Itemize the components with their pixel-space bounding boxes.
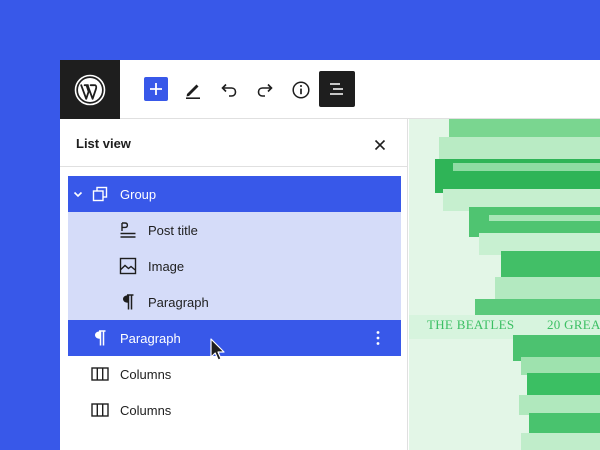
list-item-columns[interactable]: Columns	[68, 392, 401, 428]
list-view-header: List view	[60, 119, 408, 167]
wordpress-logo-button[interactable]	[60, 60, 120, 119]
tools-button[interactable]	[177, 74, 209, 106]
chevron-down-icon[interactable]	[71, 187, 85, 201]
redo-button[interactable]	[249, 74, 281, 106]
redo-icon	[257, 83, 273, 97]
paragraph-icon	[118, 292, 138, 312]
editor-canvas-image[interactable]: THE BEATLES 20 GREA	[409, 119, 600, 450]
list-item-label: Paragraph	[120, 331, 181, 346]
pencil-icon	[186, 84, 200, 99]
books-image	[409, 119, 600, 450]
post-title-icon	[118, 220, 138, 240]
paragraph-icon	[90, 328, 110, 348]
list-item-columns[interactable]: Columns	[68, 356, 401, 392]
list-item-label: Columns	[120, 403, 172, 418]
plus-icon	[150, 83, 162, 95]
list-item-post-title[interactable]: Post title	[68, 212, 401, 248]
book-spine-text: 20 GREA	[547, 317, 600, 332]
info-icon	[292, 81, 310, 99]
group-icon	[90, 184, 110, 204]
undo-icon	[221, 83, 237, 97]
block-options-button[interactable]	[368, 328, 388, 348]
book-spine-text: THE BEATLES	[427, 317, 515, 332]
list-view-icon	[330, 83, 343, 95]
top-toolbar	[60, 60, 600, 119]
add-block-button[interactable]	[144, 77, 168, 101]
list-item-label: Columns	[120, 367, 172, 382]
list-view-panel: List view Group Post title Image Paragra…	[60, 119, 408, 450]
columns-icon	[90, 364, 110, 384]
columns-icon	[90, 400, 110, 420]
editor: List view Group Post title Image Paragra…	[60, 60, 600, 450]
close-list-view-button[interactable]	[368, 133, 392, 157]
list-view-title: List view	[76, 136, 131, 151]
list-item-label: Paragraph	[148, 295, 209, 310]
details-button[interactable]	[285, 74, 317, 106]
close-icon	[374, 139, 386, 151]
list-item-label: Post title	[148, 223, 198, 238]
undo-button[interactable]	[213, 74, 245, 106]
wordpress-icon	[74, 74, 106, 105]
list-item-image[interactable]: Image	[68, 248, 401, 284]
list-item-group[interactable]: Group	[68, 176, 401, 212]
list-item-paragraph-selected[interactable]: Paragraph	[68, 320, 401, 361]
more-vertical-icon	[376, 331, 380, 345]
image-icon	[118, 256, 138, 276]
list-view-button[interactable]	[319, 71, 355, 107]
list-item-label: Image	[148, 259, 185, 274]
list-item-paragraph[interactable]: Paragraph	[68, 284, 401, 320]
list-item-label: Group	[120, 187, 157, 202]
